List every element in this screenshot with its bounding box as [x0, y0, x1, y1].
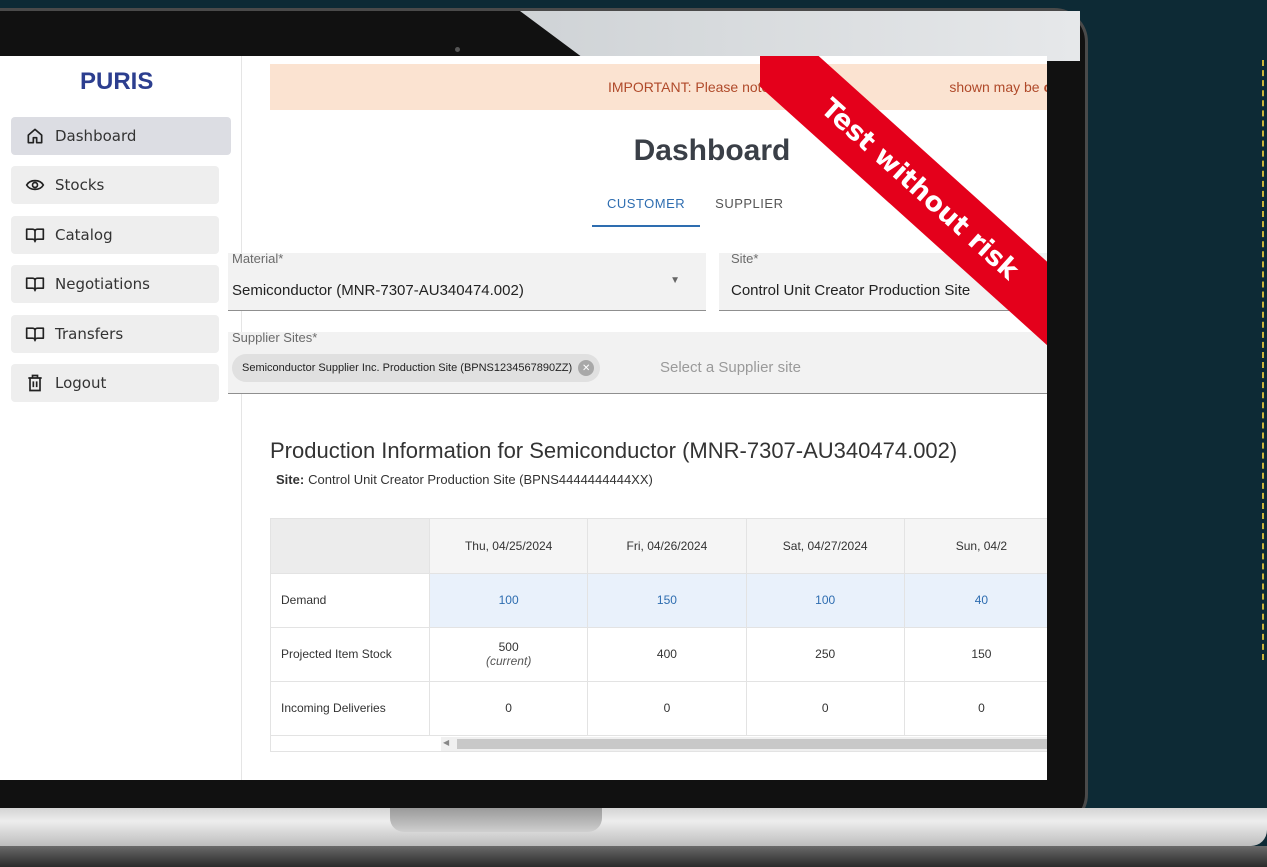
demand-cell[interactable]: 100 [429, 573, 589, 628]
sidebar-item-logout[interactable]: Logout [11, 364, 219, 402]
tab-customer[interactable]: CUSTOMER [592, 196, 701, 227]
ribbon-label: Test without risk [760, 56, 1047, 356]
stock-value: 500 [498, 640, 519, 654]
stock-cell: 500 (current) [429, 627, 589, 682]
demand-cell[interactable]: 40 [904, 573, 1047, 628]
eye-icon [25, 179, 45, 191]
supplier-site-input[interactable]: Select a Supplier site [660, 359, 801, 376]
site-label: Site* [731, 251, 759, 266]
decorative-border [1262, 60, 1265, 660]
production-table: Thu, 04/25/2024 Fri, 04/26/2024 Sat, 04/… [270, 518, 1047, 752]
scrollbar-thumb[interactable] [457, 739, 1047, 749]
table-row-deliveries: Incoming Deliveries 0 0 0 0 [271, 681, 1047, 736]
site-label: Site: [276, 472, 305, 487]
delivery-cell: 0 [587, 681, 747, 736]
production-site: Site: Control Unit Creator Production Sit… [276, 472, 653, 487]
stock-cell: 150 [904, 627, 1047, 682]
production-title: Production Information for Semiconductor… [270, 438, 958, 463]
camera-dot [455, 47, 460, 52]
brand-logo: PURIS [80, 68, 154, 95]
close-icon[interactable]: ✕ [578, 360, 595, 376]
banner-text: IMPORTANT: Please note [608, 79, 770, 95]
horizontal-scrollbar[interactable]: ◀ [441, 737, 1047, 751]
chevron-down-icon: ▼ [670, 275, 680, 286]
site-value: Control Unit Creator Production Site (BP… [308, 472, 653, 487]
trash-icon [28, 374, 42, 392]
sidebar-item-label: Logout [55, 374, 107, 392]
sidebar-item-label: Stocks [55, 176, 105, 194]
sidebar-item-stocks[interactable]: Stocks [11, 166, 219, 204]
laptop-base [0, 808, 1267, 846]
sidebar-item-transfers[interactable]: Transfers [11, 315, 219, 353]
scroll-left-icon[interactable]: ◀ [443, 738, 449, 747]
sidebar-item-label: Catalog [55, 226, 113, 244]
material-select[interactable]: Material* Semiconductor (MNR-7307-AU3404… [228, 251, 706, 311]
book-icon [25, 327, 45, 342]
material-label: Material* [232, 251, 284, 266]
table-corner [271, 519, 431, 574]
stock-cell: 400 [587, 627, 747, 682]
chip-label: Semiconductor Supplier Inc. Production S… [242, 362, 573, 374]
delivery-cell: 0 [904, 681, 1047, 736]
table-row-demand: Demand 100 150 100 40 [271, 573, 1047, 628]
delivery-cell: 0 [746, 681, 905, 736]
book-icon [25, 228, 45, 243]
laptop-notch [390, 808, 602, 832]
supplier-sites-label: Supplier Sites* [232, 330, 318, 345]
supplier-site-chip[interactable]: Semiconductor Supplier Inc. Production S… [232, 354, 601, 382]
column-header: Sun, 04/2 [904, 519, 1047, 574]
current-note: (current) [485, 654, 532, 668]
home-icon [27, 128, 43, 144]
row-label: Demand [271, 573, 431, 628]
row-label: Projected Item Stock [271, 627, 431, 682]
demand-cell[interactable]: 100 [746, 573, 905, 628]
sidebar-item-catalog[interactable]: Catalog [11, 216, 219, 254]
tab-bar: CUSTOMER SUPPLIER [592, 196, 783, 227]
sidebar: PURIS Dashboard Stocks Catalog Negotiati… [0, 56, 242, 780]
sidebar-item-label: Negotiations [55, 275, 150, 293]
material-value: Semiconductor (MNR-7307-AU340474.002) [232, 282, 524, 299]
laptop-base-shadow [0, 846, 1267, 867]
sidebar-item-negotiations[interactable]: Negotiations [11, 265, 219, 303]
sidebar-item-label: Dashboard [55, 127, 137, 145]
promo-ribbon: Test without risk [760, 56, 1047, 356]
column-header: Fri, 04/26/2024 [587, 519, 747, 574]
demand-cell[interactable]: 150 [587, 573, 747, 628]
screen-glare [520, 11, 1080, 61]
column-header: Sat, 04/27/2024 [746, 519, 905, 574]
book-icon [25, 277, 45, 292]
sidebar-item-label: Transfers [55, 325, 124, 343]
sidebar-item-dashboard[interactable]: Dashboard [11, 117, 231, 155]
stock-cell: 250 [746, 627, 905, 682]
table-row-stock: Projected Item Stock 500 (current) 400 2… [271, 627, 1047, 682]
delivery-cell: 0 [429, 681, 589, 736]
row-label: Incoming Deliveries [271, 681, 431, 736]
column-header: Thu, 04/25/2024 [429, 519, 589, 574]
